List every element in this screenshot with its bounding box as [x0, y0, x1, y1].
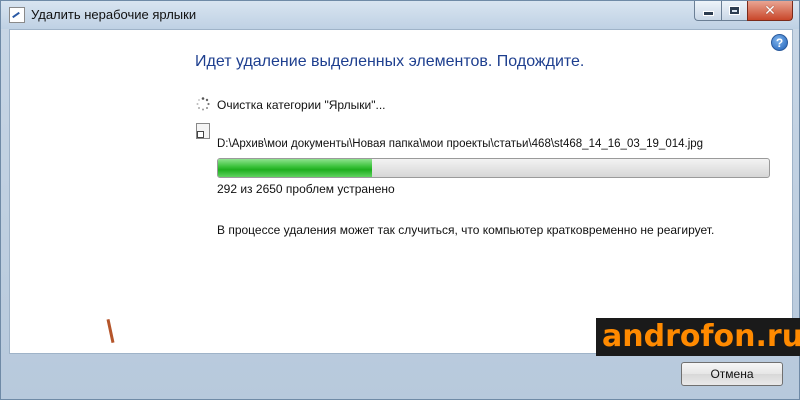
maximize-button[interactable] — [721, 1, 747, 21]
current-item-path: D:\Архив\мои документы\Новая папка\мои п… — [217, 138, 704, 150]
dialog-footer: Отмена — [1, 354, 799, 399]
cancel-button[interactable]: Отмена — [681, 362, 783, 386]
progress-count: 292 из 2650 проблем устранено — [217, 182, 395, 196]
maximize-icon — [729, 6, 740, 15]
status-text: Очистка категории "Ярлыки"... — [217, 98, 386, 112]
close-icon: ✕ — [764, 2, 776, 19]
title-bar[interactable]: Удалить нерабочие ярлыки ✕ — [1, 1, 799, 29]
window-title: Удалить нерабочие ярлыки — [31, 7, 197, 22]
busy-spinner-icon — [196, 97, 210, 111]
minimize-icon — [702, 11, 714, 16]
close-button[interactable]: ✕ — [747, 1, 793, 21]
shortcut-file-icon — [196, 123, 210, 139]
progress-fill — [218, 159, 373, 177]
progress-bar — [217, 158, 770, 178]
shortcut-repair-icon — [9, 7, 25, 23]
content-panel: ? Идет удаление выделенных элементов. По… — [9, 29, 793, 354]
info-note: В процессе удаления может так случиться,… — [217, 223, 715, 237]
help-icon[interactable]: ? — [771, 34, 788, 51]
dialog-window: Удалить нерабочие ярлыки ✕ ? Идет удален… — [0, 0, 800, 400]
page-title: Идет удаление выделенных элементов. Подо… — [195, 53, 585, 70]
minimize-button[interactable] — [694, 1, 721, 21]
watermark: androfon.ru — [596, 318, 800, 356]
